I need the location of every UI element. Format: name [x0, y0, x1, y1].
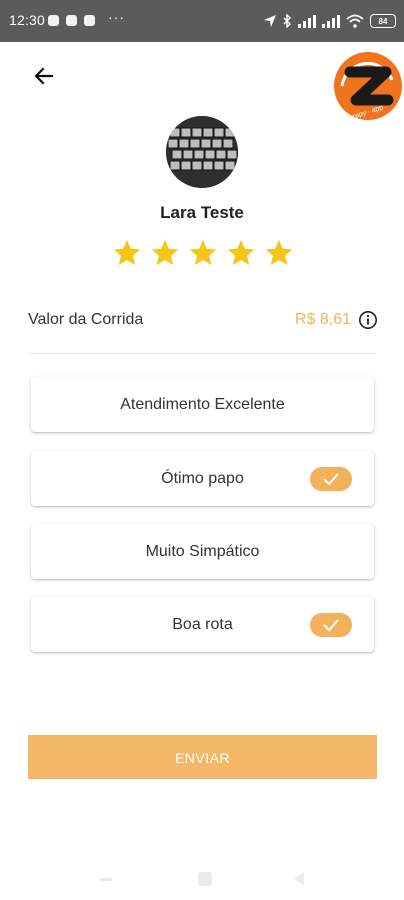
star-icon[interactable]	[150, 238, 180, 268]
option-card-muito-simpatico[interactable]: Muito Simpático	[31, 524, 374, 579]
battery-icon: 84	[370, 14, 396, 28]
more-notifications-icon: ···	[108, 9, 125, 25]
bluetooth-icon	[283, 14, 291, 28]
nav-back-icon[interactable]	[294, 872, 304, 886]
avatar	[166, 116, 238, 188]
wifi-icon	[346, 14, 364, 28]
option-card-otimo-papo[interactable]: Ótimo papo	[31, 451, 374, 506]
nav-menu-icon[interactable]	[100, 878, 112, 881]
option-label: Muito Simpático	[145, 543, 260, 560]
info-icon[interactable]	[358, 310, 378, 330]
check-badge[interactable]	[310, 467, 352, 491]
option-label: Atendimento Excelente	[120, 396, 285, 413]
signal-icon	[298, 14, 316, 28]
status-icons: 84	[263, 11, 396, 31]
notification-icon	[66, 15, 77, 26]
rating-stars[interactable]	[112, 238, 294, 272]
fare-label: Valor da Corrida	[28, 311, 144, 328]
notification-icon	[84, 15, 95, 26]
option-card-atendimento-excelente[interactable]: Atendimento Excelente	[31, 377, 374, 432]
status-time: 12:30	[9, 12, 46, 28]
star-icon[interactable]	[112, 238, 142, 268]
fare-value: R$ 8,61	[294, 311, 351, 328]
check-icon	[323, 619, 339, 632]
app-logo: zapy · app	[334, 52, 402, 121]
location-icon	[264, 15, 276, 27]
driver-name: Lara Teste	[160, 203, 244, 222]
divider	[28, 353, 376, 354]
star-icon[interactable]	[226, 238, 256, 268]
option-card-boa-rota[interactable]: Boa rota	[31, 597, 374, 652]
submit-button[interactable]: ENVIAR	[28, 735, 377, 779]
notification-icon	[48, 15, 59, 26]
signal-icon	[322, 14, 340, 28]
star-icon[interactable]	[188, 238, 218, 268]
check-icon	[323, 473, 339, 486]
check-badge[interactable]	[310, 613, 352, 637]
status-bar: 12:30 ··· 84	[0, 0, 404, 42]
back-arrow-icon[interactable]	[30, 62, 58, 90]
nav-home-icon[interactable]	[198, 872, 212, 886]
star-icon[interactable]	[264, 238, 294, 268]
